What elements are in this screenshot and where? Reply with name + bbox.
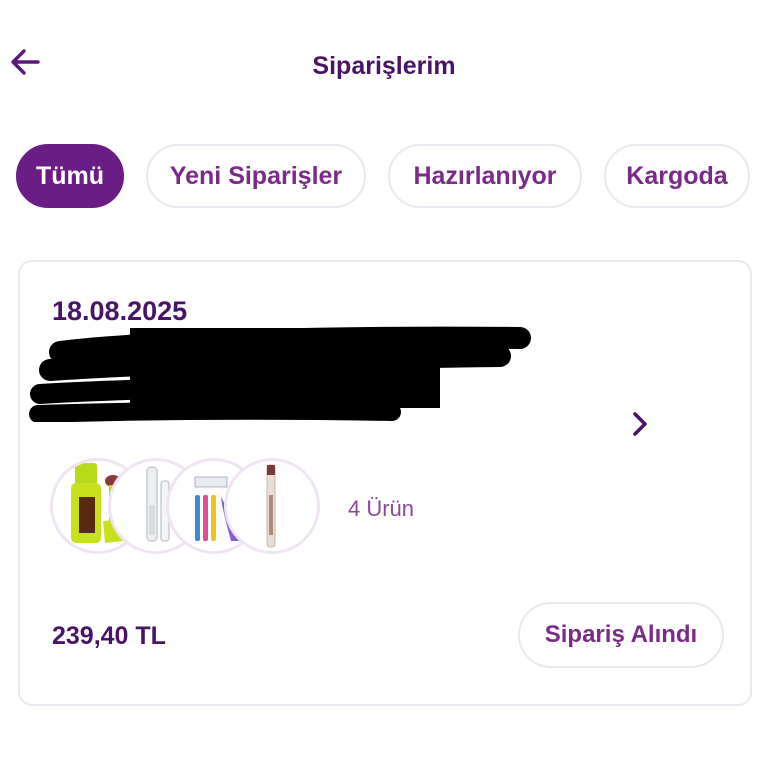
item-count-label: 4 Ürün [348, 496, 415, 521]
tab-new-orders[interactable]: Yeni Siparişler [146, 144, 366, 208]
filter-tabs: Tümü Yeni Siparişler Hazırlanıyor Kargod… [16, 144, 768, 212]
tab-all[interactable]: Tümü [16, 144, 124, 208]
order-status-button[interactable]: Sipariş Alındı [518, 602, 724, 668]
redacted-address [29, 326, 531, 422]
order-card[interactable]: 18.08.2025 4 Ürün 239,40 TL Sipariş Alın… [18, 260, 752, 706]
header: Siparişlerim [0, 0, 768, 130]
tab-preparing[interactable]: Hazırlanıyor [388, 144, 582, 208]
chevron-right-icon[interactable] [628, 410, 652, 438]
order-total: 239,40 TL [52, 622, 166, 650]
tab-in-shipping[interactable]: Kargoda [604, 144, 750, 208]
page-title: Siparişlerim [312, 52, 456, 80]
product-thumbnails [50, 458, 340, 558]
lip-liner-thumbnail [224, 458, 320, 554]
